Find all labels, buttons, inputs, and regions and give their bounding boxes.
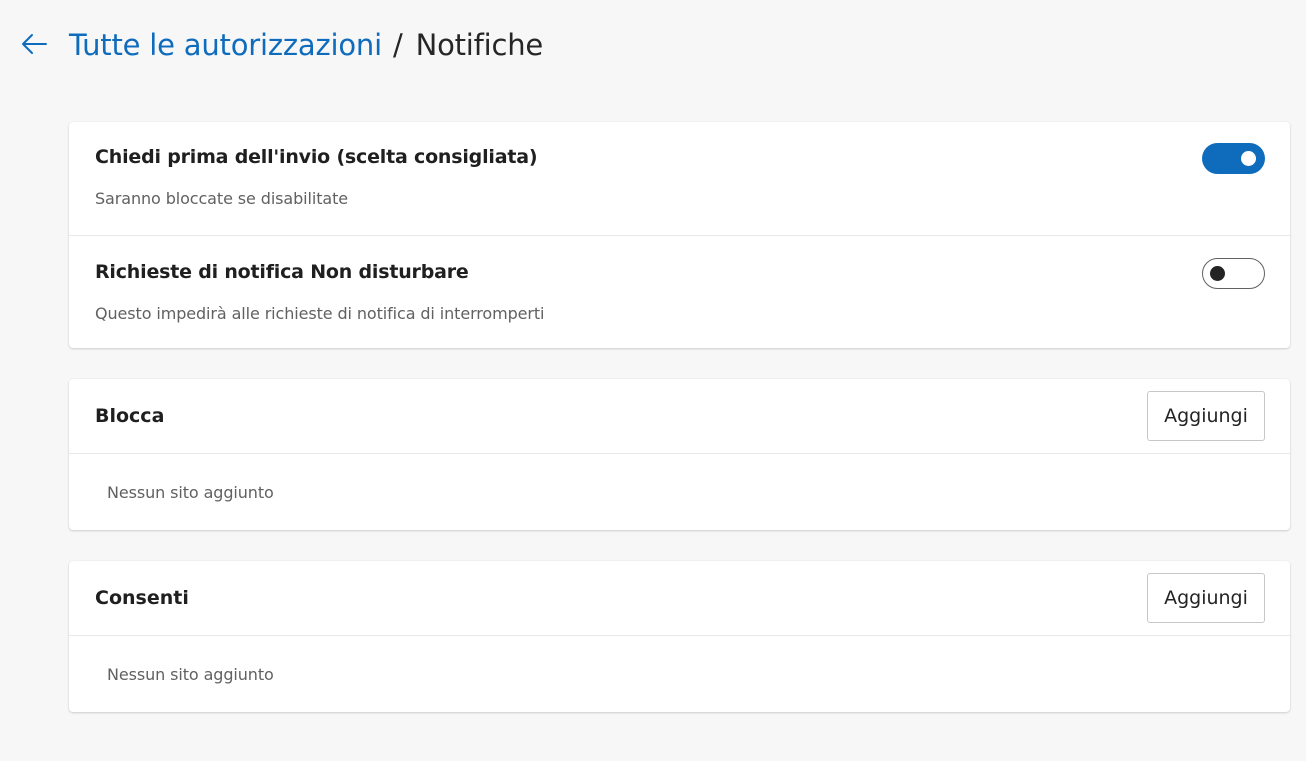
setting-row-ask-before-sending: Chiedi prima dell'invio (scelta consigli…: [69, 122, 1290, 235]
setting-row-quiet-notifications: Richieste di notifica Non disturbare Que…: [69, 235, 1290, 348]
allow-empty-message: Nessun sito aggiunto: [107, 665, 274, 684]
page-header: Tutte le autorizzazioni / Notifiche: [0, 0, 1306, 92]
allow-list-header: Consenti Aggiungi: [69, 561, 1290, 636]
toggle-knob: [1210, 265, 1225, 281]
breadcrumb-separator: /: [392, 28, 403, 62]
quiet-notifications-toggle[interactable]: [1202, 258, 1265, 289]
block-list-title: Blocca: [95, 405, 165, 427]
breadcrumb: Tutte le autorizzazioni / Notifiche: [69, 24, 543, 66]
allow-list-title: Consenti: [95, 587, 189, 609]
block-empty-message: Nessun sito aggiunto: [107, 483, 274, 502]
setting-description: Questo impedirà alle richieste di notifi…: [95, 304, 545, 323]
setting-title: Richieste di notifica Non disturbare: [95, 261, 469, 283]
arrow-left-icon: [22, 34, 47, 54]
notification-settings-card: Chiedi prima dell'invio (scelta consigli…: [69, 122, 1290, 348]
ask-before-sending-toggle[interactable]: [1202, 143, 1265, 174]
setting-title: Chiedi prima dell'invio (scelta consigli…: [95, 146, 538, 168]
toggle-knob: [1241, 151, 1256, 166]
allow-add-button[interactable]: Aggiungi: [1147, 573, 1265, 623]
breadcrumb-parent-link[interactable]: Tutte le autorizzazioni: [69, 28, 382, 62]
allow-list-card: Consenti Aggiungi Nessun sito aggiunto: [69, 561, 1290, 712]
block-list-header: Blocca Aggiungi: [69, 379, 1290, 454]
setting-description: Saranno bloccate se disabilitate: [95, 189, 348, 208]
block-list-card: Blocca Aggiungi Nessun sito aggiunto: [69, 379, 1290, 530]
back-button[interactable]: [14, 26, 54, 62]
page-title: Notifiche: [415, 28, 544, 62]
block-add-button[interactable]: Aggiungi: [1147, 391, 1265, 441]
